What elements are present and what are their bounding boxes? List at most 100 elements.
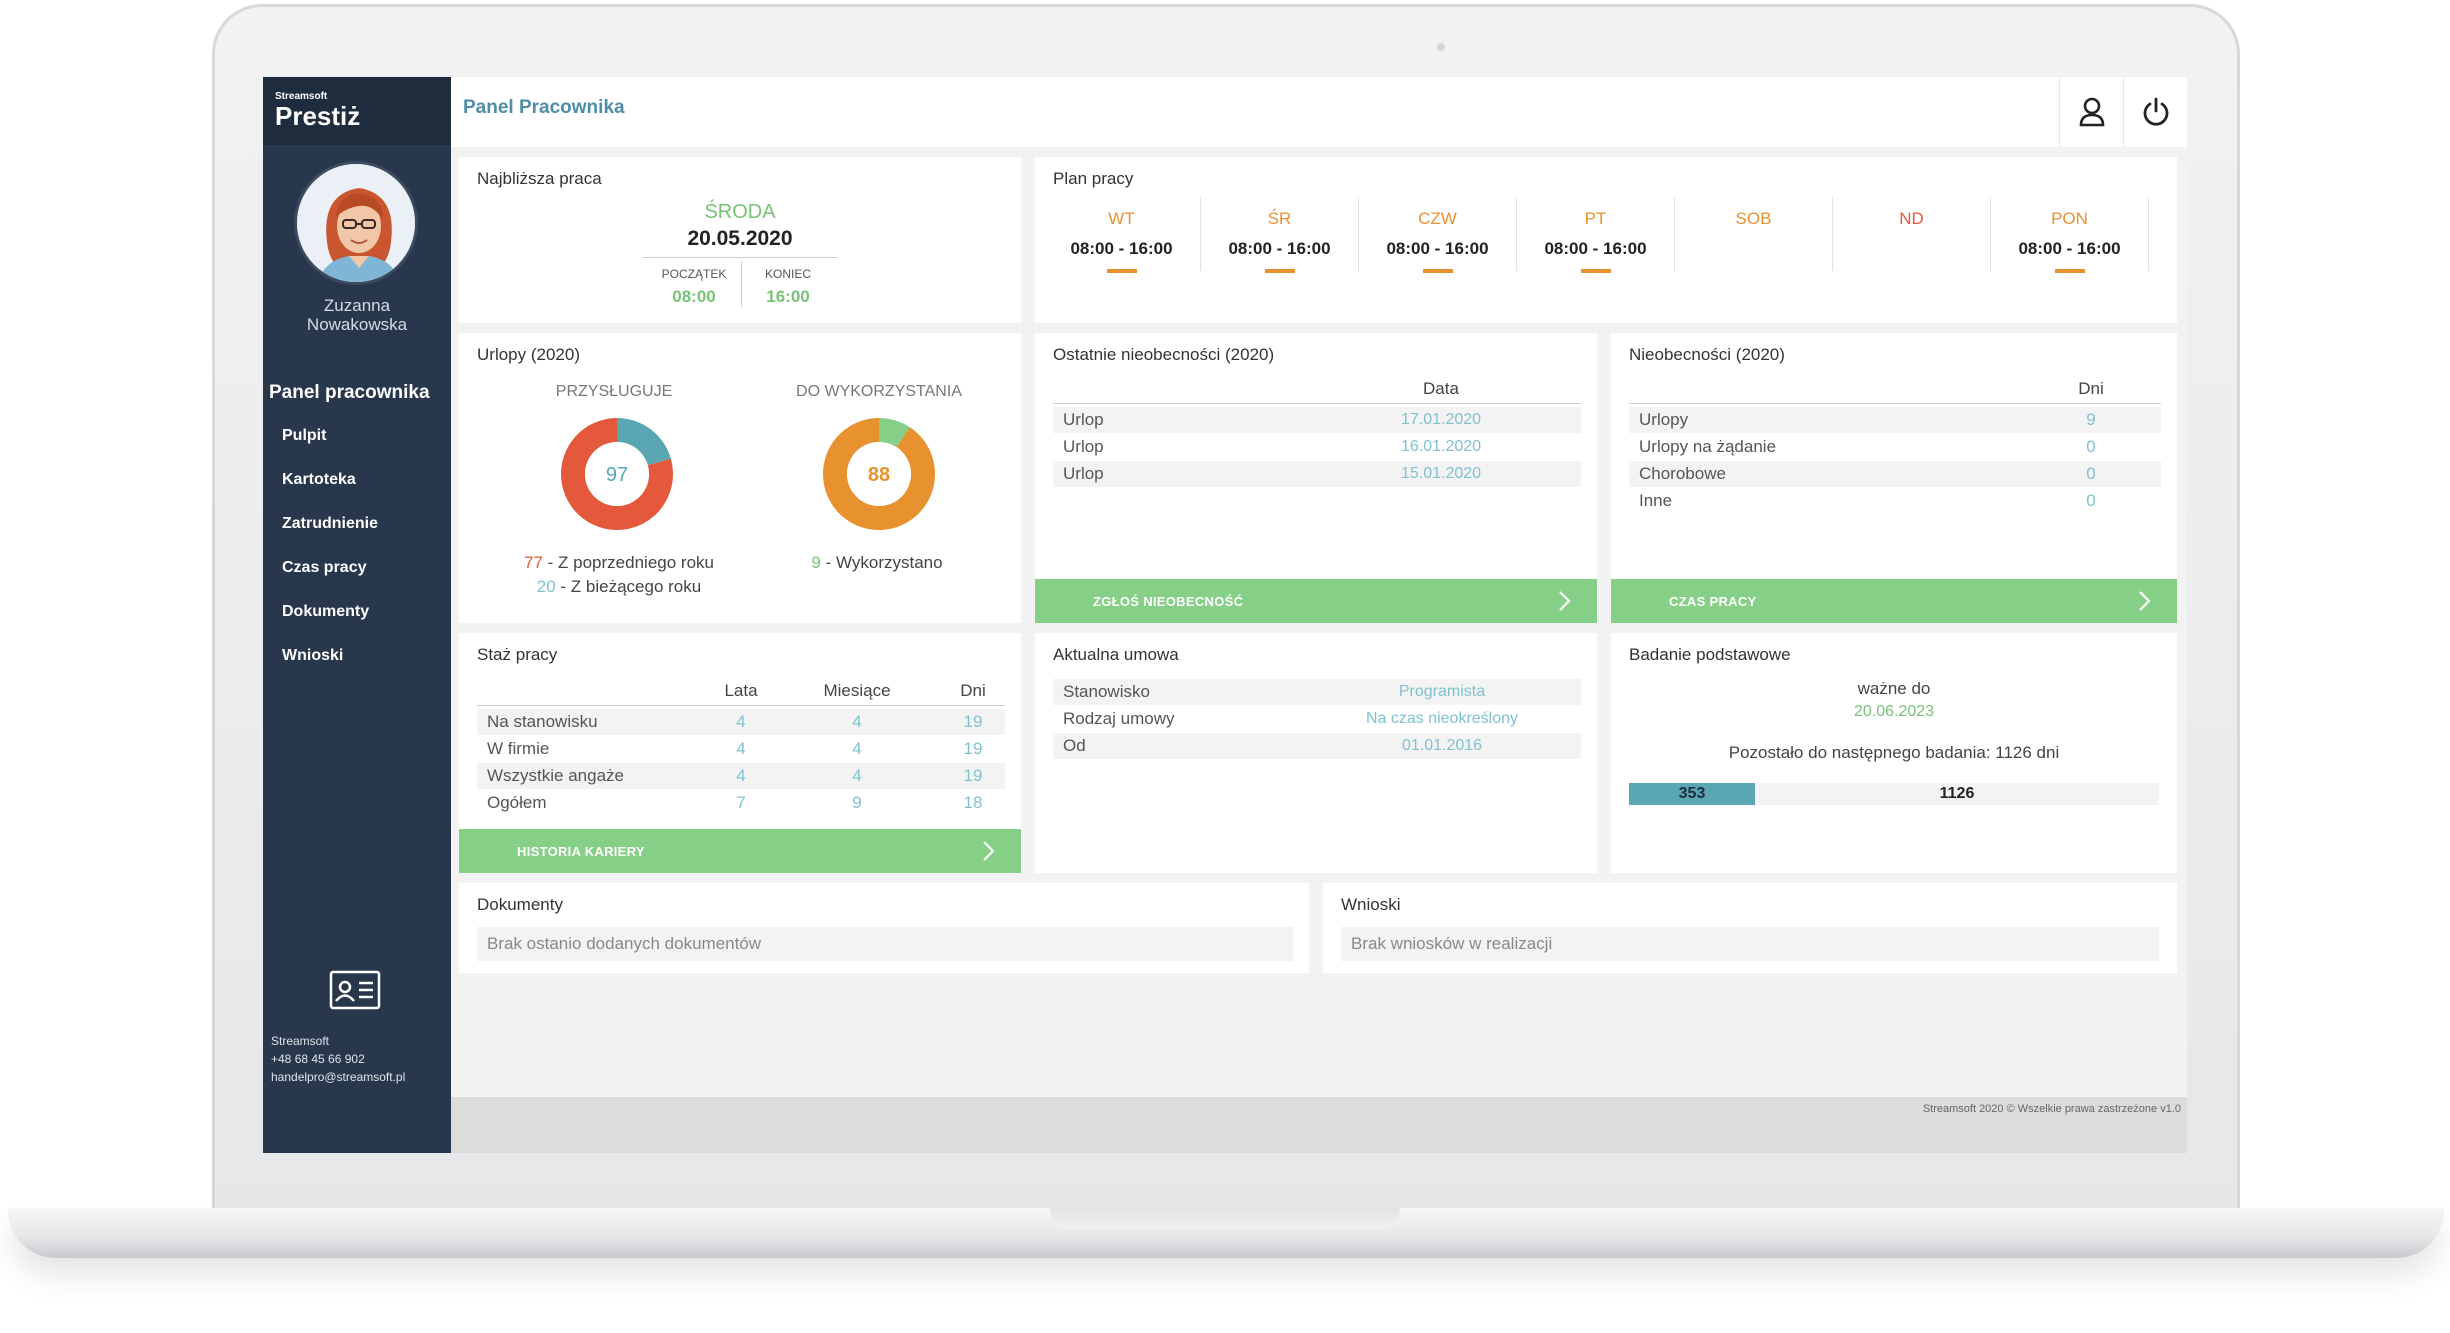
documents-card: Dokumenty Brak ostanio dodanych dokument…	[459, 883, 1309, 973]
contract-title: Aktualna umowa	[1053, 645, 1179, 664]
medical-title: Badanie podstawowe	[1629, 645, 1791, 664]
absence-category: Inne	[1639, 491, 1673, 510]
plan-day-label: SOB	[1735, 209, 1772, 228]
contact-email[interactable]: handelpro@streamsoft.pl	[271, 1068, 405, 1086]
user-name: Zuzanna Nowakowska	[263, 296, 451, 334]
seniority-years: 4	[736, 766, 746, 785]
table-row: Na stanowisku 4 4 19	[477, 709, 1005, 735]
available-donut-chart: 88	[823, 418, 935, 530]
medical-valid-label: ważne do	[1857, 679, 1931, 698]
contact-card-icon	[329, 970, 381, 1010]
entitled-curr-value: 20	[536, 577, 556, 596]
divider	[642, 257, 838, 258]
plan-day-hours: 08:00 - 16:00	[1544, 239, 1647, 258]
chevron-right-icon	[983, 841, 995, 861]
brand-logo[interactable]: Streamsoft Prestiż	[263, 77, 451, 145]
absence-type: Urlop	[1063, 464, 1104, 483]
sidebar-item-wnioski[interactable]: Wnioski	[282, 645, 378, 689]
plan-day-label: PT	[1584, 209, 1607, 228]
power-icon	[2143, 97, 2168, 126]
sidebar-item-pulpit[interactable]: Pulpit	[282, 425, 378, 469]
plan-day-6: PON 08:00 - 16:00	[1991, 197, 2149, 273]
user-button[interactable]	[2059, 77, 2123, 147]
sidebar-item-kartoteka[interactable]: Kartoteka	[282, 469, 378, 513]
seniority-label: Na stanowisku	[487, 712, 598, 731]
camera-icon	[1437, 43, 1445, 51]
medical-card: Badanie podstawowe ważne do 20.06.2023 P…	[1611, 633, 2177, 873]
plan-day-bar	[1106, 269, 1137, 273]
career-history-button[interactable]: HISTORIA KARIERY	[459, 829, 1021, 873]
plan-day-3: PT 08:00 - 16:00	[1517, 197, 1675, 273]
footer: Streamsoft 2020 © Wszelkie prawa zastrze…	[451, 1097, 2187, 1153]
seniority-label: W firmie	[487, 739, 550, 758]
plan-day-bar	[2054, 269, 2085, 273]
plan-day-2: CZW 08:00 - 16:00	[1359, 197, 1517, 273]
table-row: Urlop 15.01.2020	[1053, 461, 1581, 487]
absence-category: Urlopy	[1639, 410, 1689, 429]
seniority-months: 4	[852, 766, 862, 785]
plan-day-bar	[1264, 269, 1295, 273]
work-plan-card: Plan pracy WT 08:00 - 16:00 ŚR 08:00 - 16:0…	[1035, 157, 2177, 323]
entitled-curr-line: 20 - Z bieżącego roku	[459, 577, 779, 597]
plan-day-label: ND	[1899, 209, 1924, 228]
entitled-total: 97	[606, 464, 628, 486]
seniority-days: 19	[963, 712, 983, 731]
seniority-days: 19	[963, 739, 983, 758]
work-time-label: CZAS PRACY	[1669, 594, 1757, 609]
plan-day-bar	[1422, 269, 1453, 273]
seniority-label: Ogółem	[487, 793, 547, 812]
table-row: Rodzaj umowy Na czas nieokreślony	[1053, 706, 1581, 732]
plan-day-label: CZW	[1418, 209, 1457, 228]
work-plan-title: Plan pracy	[1053, 169, 1134, 188]
entitled-curr-label: - Z bieżącego roku	[555, 577, 702, 596]
seniority-col-months: Miesiące	[823, 681, 891, 700]
seniority-col-years: Lata	[724, 681, 758, 700]
plan-day-hours: 08:00 - 16:00	[1386, 239, 1489, 258]
recent-absences-col: Data	[1423, 379, 1459, 398]
work-time-button[interactable]: CZAS PRACY	[1611, 579, 2177, 623]
sidebar-item-zatrudnienie[interactable]: Zatrudnienie	[282, 513, 378, 557]
footer-text: Streamsoft 2020 © Wszelkie prawa zastrze…	[1922, 1103, 2181, 1115]
plan-day-1: ŚR 08:00 - 16:00	[1201, 197, 1359, 273]
absence-days: 9	[2086, 410, 2096, 429]
sidebar: Streamsoft Prestiż Zuzanna Nowakowska Pa…	[263, 77, 451, 1153]
seniority-col-days: Dni	[960, 681, 986, 700]
seniority-months: 9	[852, 793, 862, 812]
contract-label: Od	[1063, 736, 1086, 755]
contract-value: Na czas nieokreślony	[1365, 710, 1519, 727]
absence-type: Urlop	[1063, 437, 1104, 456]
medical-remaining: Pozostało do następnego badania: 1126 dn…	[1728, 743, 2060, 762]
available-label: DO WYKORZYSTANIA	[796, 383, 962, 400]
used-line: 9 - Wykorzystano	[749, 553, 1005, 573]
plan-day-label: WT	[1108, 209, 1135, 228]
report-absence-label: ZGŁOŚ NIEOBECNOŚĆ	[1093, 594, 1244, 609]
table-row: Od 01.01.2016	[1053, 733, 1581, 759]
sidebar-item-dokumenty[interactable]: Dokumenty	[282, 601, 378, 645]
absence-date: 15.01.2020	[1400, 465, 1482, 482]
plan-day-bar	[1580, 269, 1611, 273]
entitled-prev-label: - Z poprzedniego roku	[542, 553, 714, 572]
entitled-prev-value: 77	[524, 553, 543, 572]
vacation-title: Urlopy (2020)	[477, 345, 580, 364]
vacation-card: Urlopy (2020) PRZYSŁUGUJE DO WYKORZYSTAN…	[459, 333, 1021, 623]
absence-category: Urlopy na żądanie	[1639, 437, 1777, 456]
seniority-title: Staż pracy	[477, 645, 558, 664]
seniority-months: 4	[852, 739, 862, 758]
contract-value: Programista	[1398, 683, 1486, 700]
contract-label: Stanowisko	[1063, 682, 1150, 701]
logout-button[interactable]	[2123, 77, 2187, 147]
absence-days: 0	[2086, 491, 2096, 510]
divider	[741, 261, 742, 307]
entitled-label: PRZYSŁUGUJE	[555, 383, 673, 400]
start-time: 08:00	[672, 287, 716, 306]
sidebar-item-czas-pracy[interactable]: Czas pracy	[282, 557, 378, 601]
table-row: Inne 0	[1629, 488, 2161, 514]
divider	[1629, 403, 2161, 404]
plan-day-5: ND	[1833, 197, 1991, 271]
table-row: Urlop 16.01.2020	[1053, 434, 1581, 460]
plan-day-hours: 08:00 - 16:00	[1228, 239, 1331, 258]
table-row: Urlopy na żądanie 0	[1629, 434, 2161, 460]
plan-day-0: WT 08:00 - 16:00	[1043, 197, 1201, 273]
career-history-label: HISTORIA KARIERY	[517, 844, 645, 859]
report-absence-button[interactable]: ZGŁOŚ NIEOBECNOŚĆ	[1035, 579, 1597, 623]
